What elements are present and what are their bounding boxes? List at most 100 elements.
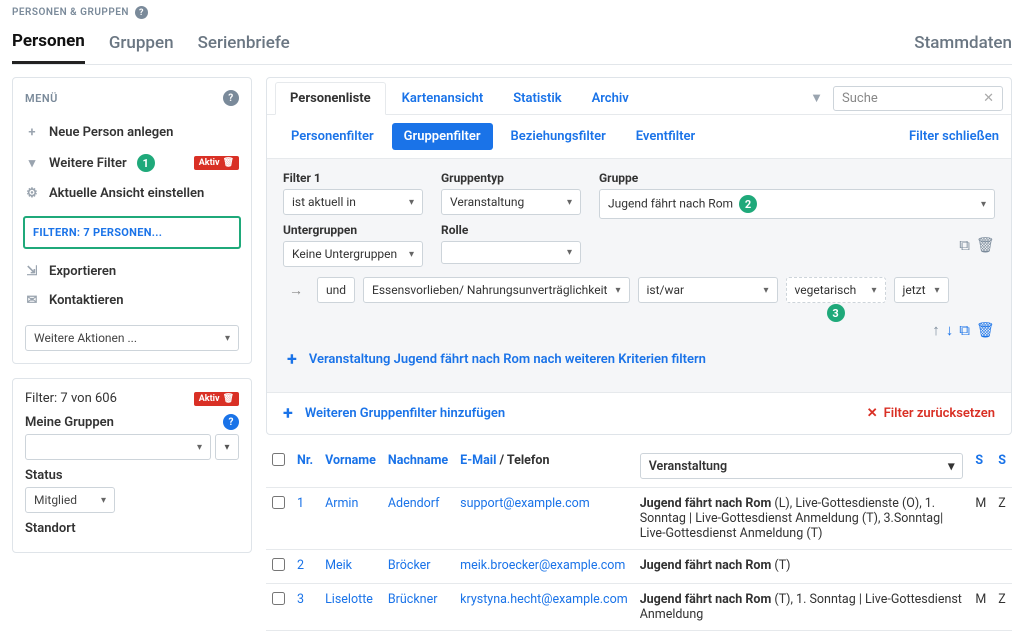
filtertab-personenfilter[interactable]: Personenfilter: [279, 123, 386, 150]
tab-archiv[interactable]: Archiv: [578, 83, 643, 114]
chevron-down-icon: ▾: [409, 197, 414, 208]
cell-vorname[interactable]: Armin: [319, 488, 382, 550]
table-row: 1ArminAdendorfsupport@example.comJugend …: [266, 488, 1012, 550]
reset-label: Filter zurücksetzen: [884, 406, 995, 421]
rolle-select[interactable]: ▾: [441, 241, 581, 264]
col-nachname[interactable]: Nachname: [382, 445, 454, 488]
tab-stammdaten[interactable]: Stammdaten: [914, 27, 1012, 63]
copy-icon[interactable]: ⧉: [959, 321, 970, 339]
col-nr[interactable]: Nr.: [291, 445, 319, 488]
cell-c2: Z: [992, 584, 1012, 631]
select-value: Jugend fährt nach Rom: [608, 197, 733, 211]
select-value: ist/war: [647, 283, 685, 297]
row-checkbox[interactable]: [272, 592, 285, 605]
menu-neue-person[interactable]: + Neue Person anlegen: [25, 118, 239, 147]
menu-exportieren[interactable]: ⇲ Exportieren: [25, 257, 239, 286]
filter-sidebar-card: Filter: 7 von 606 Aktiv 🗑 Meine Gruppen …: [12, 378, 252, 553]
logic-and[interactable]: und: [317, 277, 355, 303]
chevron-down-icon: ▾: [567, 197, 572, 208]
arrow-down-icon[interactable]: ↓: [946, 321, 954, 339]
breadcrumb-text: PERSONEN & GRUPPEN: [12, 7, 129, 18]
filter-close[interactable]: Filter schließen: [909, 129, 999, 144]
search-input[interactable]: Suche ✕: [833, 86, 1003, 111]
weitere-aktionen-select[interactable]: Weitere Aktionen ... ▾: [25, 325, 239, 351]
criteria-op-select[interactable]: ist/war ▾: [638, 277, 778, 303]
cell-nachname[interactable]: Brückner: [382, 584, 454, 631]
add-filter-link[interactable]: Weiteren Gruppenfilter hinzufügen: [283, 403, 505, 424]
hint-badge-3: 3: [827, 304, 845, 322]
filtertab-beziehungsfilter[interactable]: Beziehungsfilter: [499, 123, 618, 150]
status-select[interactable]: Mitglied ▾: [25, 487, 115, 513]
close-icon[interactable]: ✕: [983, 91, 994, 106]
chevron-down-icon: ▾: [763, 285, 768, 296]
tab-statistik[interactable]: Statistik: [499, 83, 575, 114]
select-value: Mitglied: [34, 493, 77, 507]
cell-email[interactable]: krystyna.hecht@example.com: [454, 584, 634, 631]
menu-kontaktieren[interactable]: ✉ Kontaktieren: [25, 286, 239, 315]
menu-item-label: Neue Person anlegen: [49, 125, 173, 140]
select-all-checkbox[interactable]: [272, 453, 285, 466]
gruppentyp-select[interactable]: Veranstaltung ▾: [441, 189, 581, 215]
criteria-value-select[interactable]: vegetarisch ▾ 3: [786, 277, 886, 303]
cell-c1: M: [969, 584, 992, 631]
cell-nachname[interactable]: Adendorf: [382, 488, 454, 550]
filtertab-gruppenfilter[interactable]: Gruppenfilter: [392, 123, 493, 150]
chevron-down-icon: ▾: [409, 249, 414, 260]
menu-ansicht[interactable]: ⚙ Aktuelle Ansicht einstellen: [25, 179, 239, 208]
filter-result-box[interactable]: FILTERN: 7 PERSONEN...: [23, 216, 241, 249]
select-value: ist aktuell in: [292, 195, 356, 209]
col-s1[interactable]: S: [969, 445, 992, 488]
criteria-field-select[interactable]: Essensvorlieben/ Nahrungsunverträglichke…: [363, 277, 629, 303]
menu-item-label: Exportieren: [49, 264, 116, 279]
trash-icon: 🗑: [223, 394, 234, 404]
tab-serienbriefe[interactable]: Serienbriefe: [198, 27, 290, 63]
help-icon[interactable]: ?: [135, 6, 148, 19]
arrow-up-icon[interactable]: ↑: [932, 321, 940, 339]
meine-gruppen-select[interactable]: ▾: [25, 434, 211, 460]
cell-email[interactable]: support@example.com: [454, 488, 634, 550]
menu-help-icon[interactable]: ?: [223, 90, 239, 106]
chevron-down-icon: ▾: [871, 285, 876, 296]
help-icon[interactable]: ?: [223, 414, 239, 430]
aktiv-badge-2[interactable]: Aktiv 🗑: [194, 392, 239, 406]
export-icon: ⇲: [25, 264, 39, 279]
more-criteria-link[interactable]: Veranstaltung Jugend fährt nach Rom nach…: [283, 339, 995, 380]
tab-kartenansicht[interactable]: Kartenansicht: [388, 83, 498, 114]
event-col-select[interactable]: Veranstaltung ▾: [640, 453, 964, 479]
untergruppen-select[interactable]: Keine Untergruppen ▾: [283, 241, 423, 267]
col-s2[interactable]: S: [992, 445, 1012, 488]
chevron-down-icon: ▾: [225, 333, 230, 344]
criteria-time-select[interactable]: jetzt ▾: [894, 277, 949, 303]
filter1-select[interactable]: ist aktuell in ▾: [283, 189, 423, 215]
select-value: Essensvorlieben/ Nahrungsunverträglichke…: [372, 283, 607, 297]
cell-vorname[interactable]: Liselotte: [319, 584, 382, 631]
hint-badge-2: 2: [739, 195, 757, 213]
funnel-icon[interactable]: ▼: [810, 90, 823, 106]
row-checkbox[interactable]: [272, 496, 285, 509]
copy-icon[interactable]: ⧉: [959, 236, 970, 254]
cell-nr[interactable]: 3: [291, 584, 319, 631]
gruppe-select[interactable]: Jugend fährt nach Rom 2 ▾: [599, 189, 995, 219]
filter1-label: Filter 1: [283, 171, 423, 185]
col-email-telefon[interactable]: E-Mail / Telefon: [454, 445, 634, 488]
tab-personenliste[interactable]: Personenliste: [275, 82, 386, 115]
meine-gruppen-label: Meine Gruppen: [25, 415, 114, 430]
trash-icon[interactable]: 🗑: [976, 321, 995, 339]
funnel-icon: ▾: [25, 156, 39, 171]
col-vorname[interactable]: Vorname: [319, 445, 382, 488]
filtertab-eventfilter[interactable]: Eventfilter: [624, 123, 707, 150]
trash-icon[interactable]: 🗑: [976, 236, 995, 254]
tab-personen[interactable]: Personen: [12, 25, 85, 64]
standort-label: Standort: [25, 521, 76, 536]
row-checkbox[interactable]: [272, 558, 285, 571]
filter-reset[interactable]: ✕ Filter zurücksetzen: [867, 406, 995, 421]
menu-weitere-filter[interactable]: ▾ Weitere Filter 1 Aktiv 🗑: [25, 147, 239, 179]
menu-item-label: Kontaktieren: [49, 293, 123, 308]
select-value: Weitere Aktionen ...: [34, 331, 137, 345]
meine-gruppen-extra-button[interactable]: ▾: [215, 434, 239, 460]
tab-gruppen[interactable]: Gruppen: [109, 27, 174, 63]
cell-nr[interactable]: 1: [291, 488, 319, 550]
aktiv-badge[interactable]: Aktiv 🗑: [194, 156, 239, 170]
select-value: jetzt: [903, 283, 926, 297]
gruppentyp-label: Gruppentyp: [441, 171, 581, 185]
